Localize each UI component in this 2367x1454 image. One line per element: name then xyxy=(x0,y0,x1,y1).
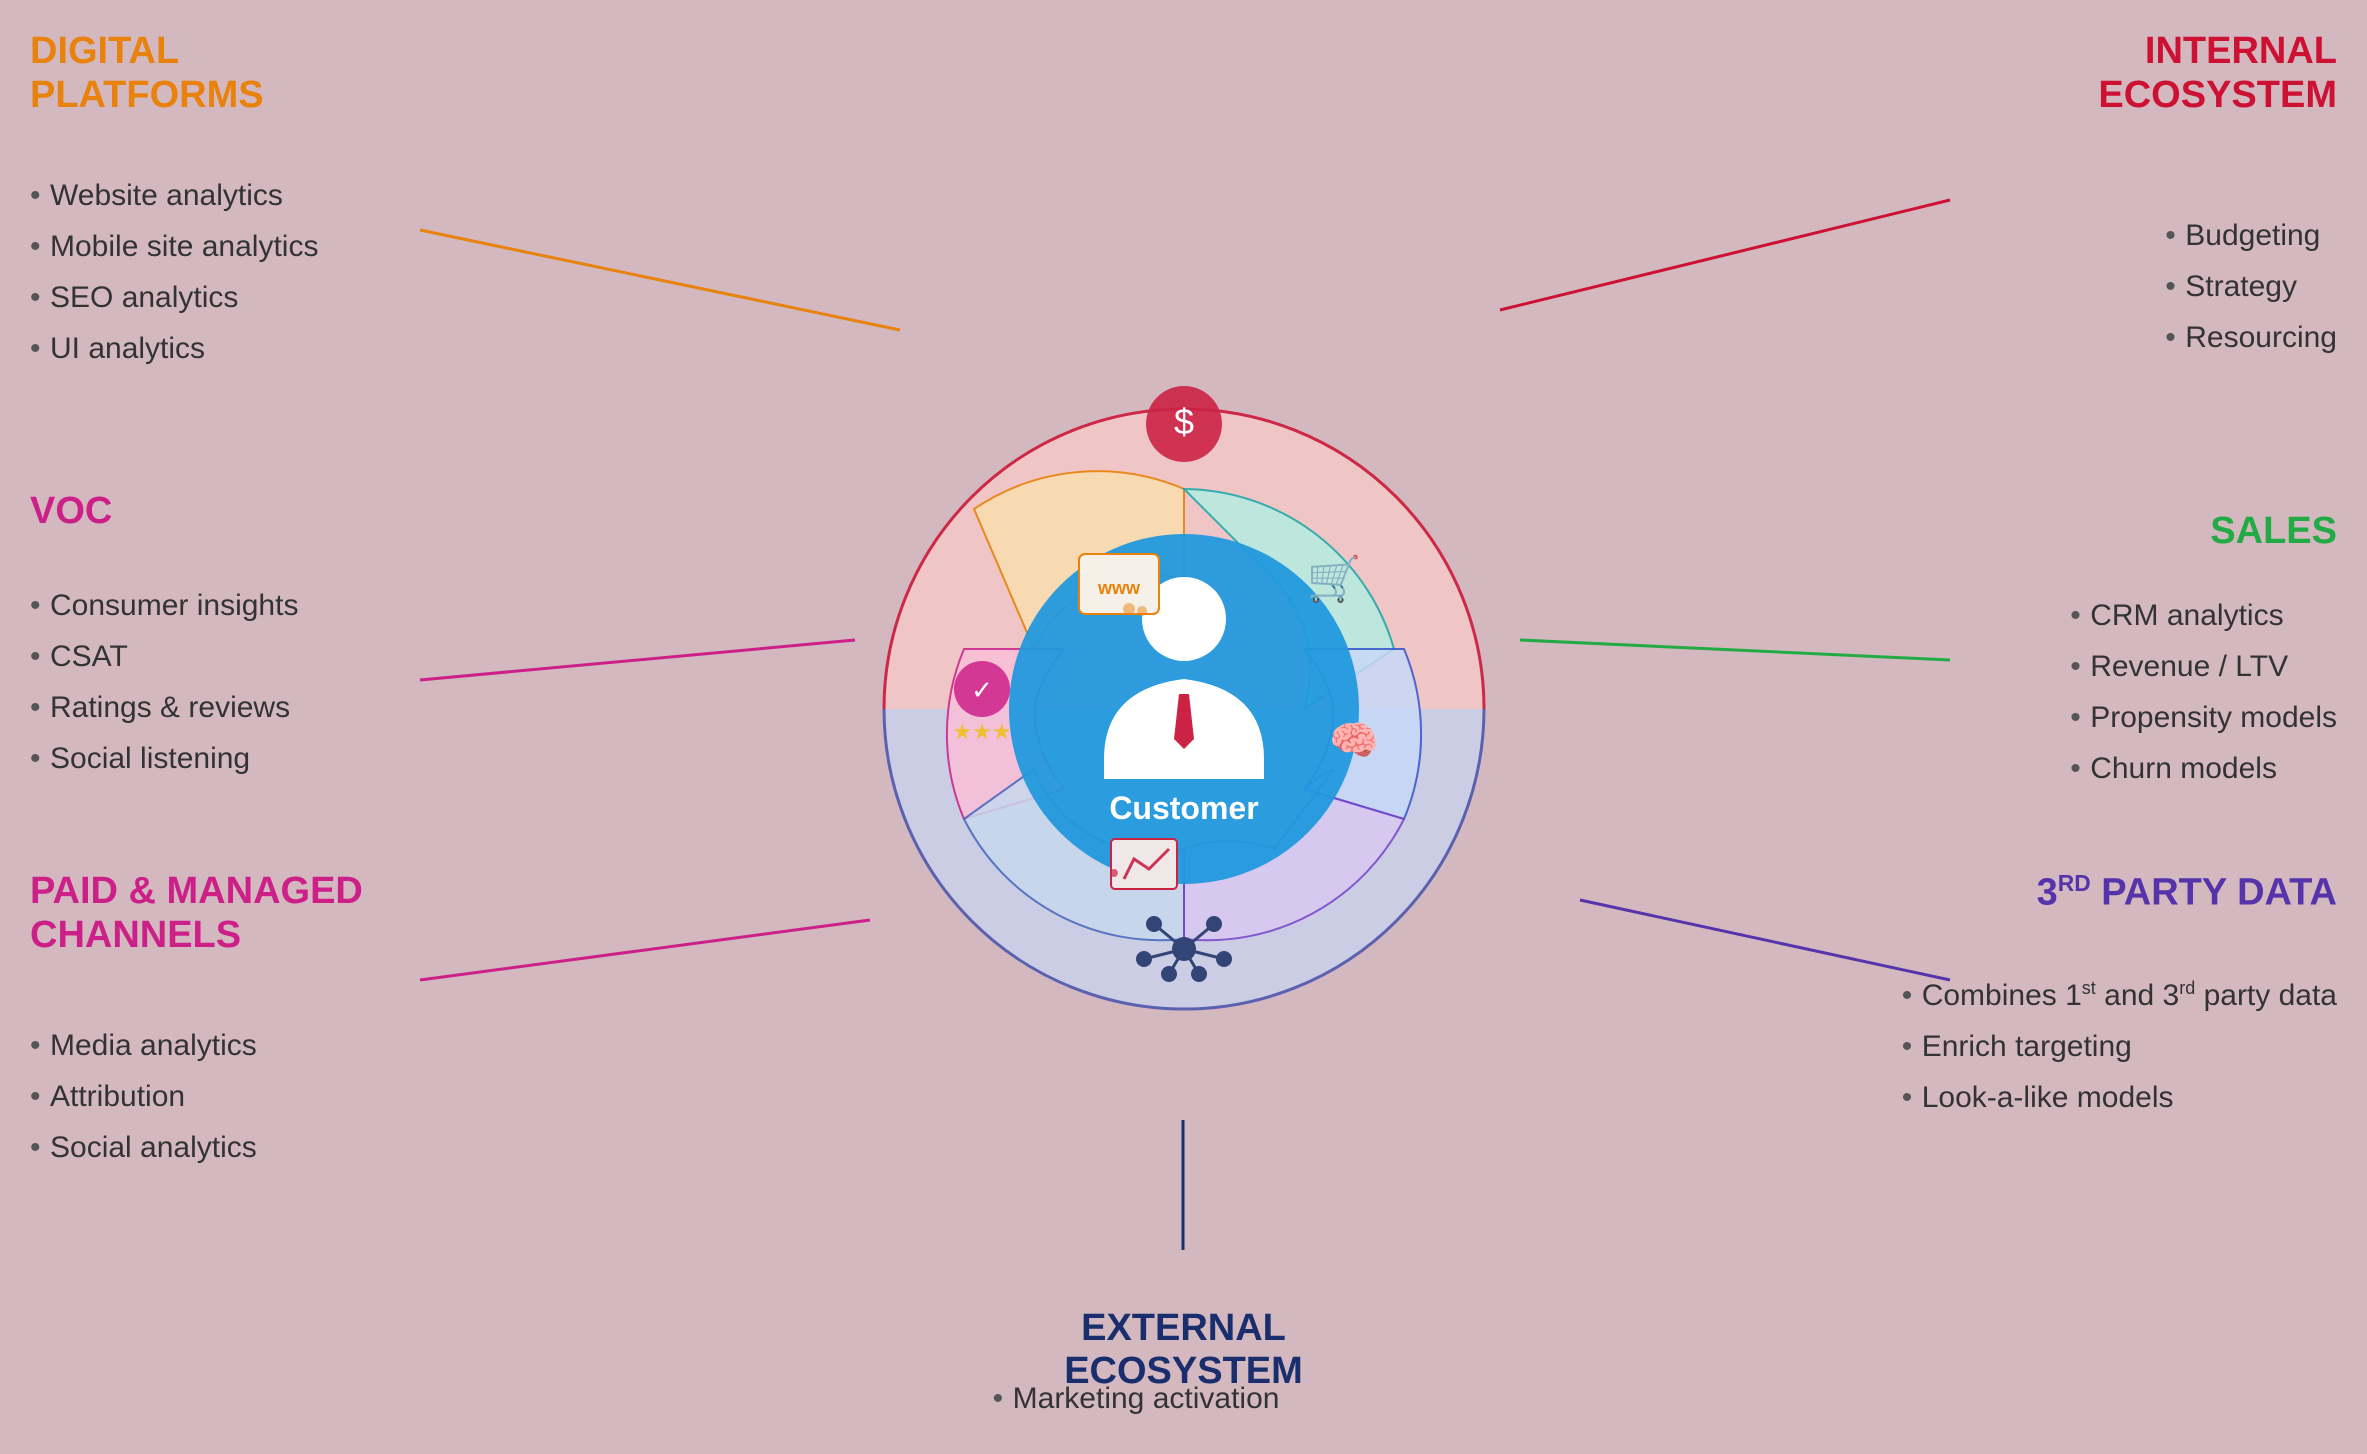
sales-label: SALES xyxy=(2210,510,2337,554)
voc-list: Consumer insights CSAT Ratings & reviews… xyxy=(30,580,298,784)
list-item: Consumer insights xyxy=(30,580,298,631)
voc-label: VOC xyxy=(30,490,112,534)
list-item: Media analytics xyxy=(30,1020,257,1071)
svg-text:🧠: 🧠 xyxy=(1329,719,1379,763)
list-item: SEO analytics xyxy=(30,272,318,323)
list-item: CRM analytics xyxy=(2070,590,2337,641)
list-item: Strategy xyxy=(2165,261,2337,312)
digital-platforms-list: Website analytics Mobile site analytics … xyxy=(30,170,318,374)
sales-list: CRM analytics Revenue / LTV Propensity m… xyxy=(2070,590,2337,794)
svg-text:★★★: ★★★ xyxy=(952,719,1011,744)
list-item: Website analytics xyxy=(30,170,318,221)
list-item: UI analytics xyxy=(30,323,318,374)
list-item: Resourcing xyxy=(2165,312,2337,363)
list-item: CSAT xyxy=(30,631,298,682)
list-item: Revenue / LTV xyxy=(2070,641,2337,692)
list-item: Social listening xyxy=(30,733,298,784)
main-container: DIGITALPLATFORMS Website analytics Mobil… xyxy=(0,0,2367,1454)
paid-channels-list: Media analytics Attribution Social analy… xyxy=(30,1020,257,1173)
list-item: Budgeting xyxy=(2165,210,2337,261)
svg-text:www: www xyxy=(1096,578,1140,598)
paid-channels-label: PAID & MANAGEDCHANNELS xyxy=(30,870,363,957)
list-item: Ratings & reviews xyxy=(30,682,298,733)
diagram-svg: Customer $ 🛒 🧠 ✓ ★★★ www xyxy=(734,259,1634,1159)
list-item: Propensity models xyxy=(2070,692,2337,743)
svg-text:$: $ xyxy=(1173,401,1193,442)
list-item: Look-a-like models xyxy=(1902,1072,2337,1123)
digital-platforms-label: DIGITALPLATFORMS xyxy=(30,30,264,117)
list-item: Combines 1st and 3rd party data xyxy=(1902,970,2337,1021)
svg-text:🛒: 🛒 xyxy=(1306,554,1361,604)
list-item: Churn models xyxy=(2070,743,2337,794)
external-ecosystem-list: Marketing activation xyxy=(993,1373,1280,1424)
internal-ecosystem-list: Budgeting Strategy Resourcing xyxy=(2165,210,2337,363)
list-item: Marketing activation xyxy=(993,1373,1280,1424)
list-item: Mobile site analytics xyxy=(30,221,318,272)
third-party-list: Combines 1st and 3rd party data Enrich t… xyxy=(1902,970,2337,1123)
list-item: Attribution xyxy=(30,1071,257,1122)
svg-text:Customer: Customer xyxy=(1109,790,1258,826)
third-party-label: 3rd PARTY DATA xyxy=(2037,870,2337,915)
internal-ecosystem-label: INTERNALECOSYSTEM xyxy=(2098,30,2337,117)
list-item: Social analytics xyxy=(30,1122,257,1173)
svg-text:✓: ✓ xyxy=(971,675,993,705)
list-item: Enrich targeting xyxy=(1902,1021,2337,1072)
